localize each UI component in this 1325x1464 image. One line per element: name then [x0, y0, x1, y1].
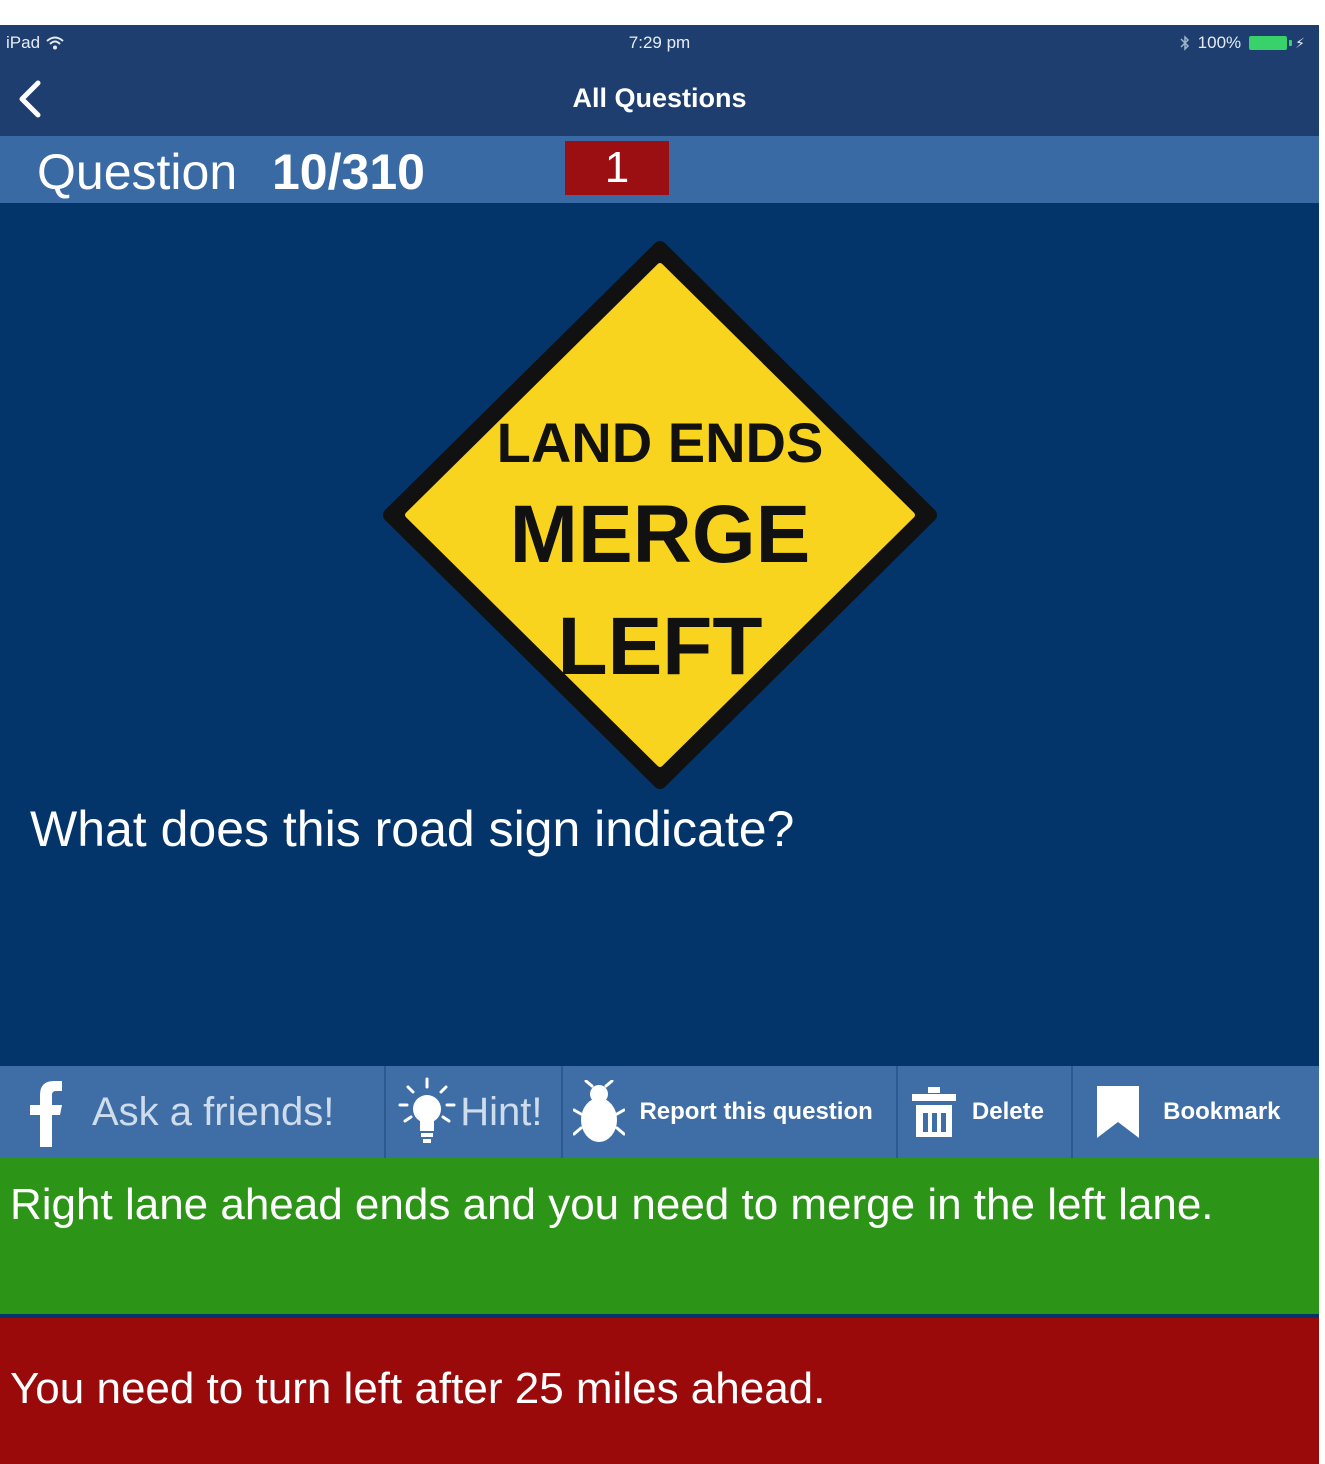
- answer-option-correct[interactable]: Right lane ahead ends and you need to me…: [0, 1158, 1319, 1314]
- road-sign-image: LAND ENDS MERGE LEFT: [380, 240, 940, 790]
- question-text: What does this road sign indicate?: [30, 801, 795, 857]
- bug-icon: [573, 1080, 626, 1142]
- facebook-icon: [30, 1081, 62, 1147]
- trash-icon: [911, 1087, 956, 1137]
- navigation-bar: All Questions: [0, 63, 1319, 136]
- status-time: 7:29 pm: [628, 33, 691, 52]
- status-right: 100% ⚡: [1180, 33, 1305, 53]
- ask-friends-button[interactable]: Ask a friends!: [0, 1066, 387, 1158]
- question-header: Question 10/310 1: [0, 136, 1319, 203]
- bookmark-icon: [1097, 1086, 1140, 1138]
- lightbulb-icon: [398, 1077, 456, 1143]
- report-question-button[interactable]: Report this question: [563, 1066, 898, 1158]
- attempt-badge: 1: [565, 141, 669, 195]
- sign-line-2: MERGE: [509, 489, 811, 580]
- delete-button[interactable]: Delete: [898, 1066, 1074, 1158]
- ask-friends-label: Ask a friends!: [92, 1089, 335, 1134]
- battery-percent: 100%: [1197, 33, 1242, 52]
- bookmark-button[interactable]: Bookmark: [1073, 1066, 1319, 1158]
- charging-icon: ⚡: [1295, 34, 1305, 51]
- question-number: 10/310: [272, 144, 425, 200]
- report-question-label: Report this question: [639, 1098, 873, 1125]
- app-screen: iPad 7:29 pm 100% ⚡ All Questions Questi…: [0, 25, 1319, 1464]
- hint-button[interactable]: Hint!: [386, 1066, 564, 1158]
- bluetooth-icon: [1180, 35, 1189, 51]
- delete-label: Delete: [971, 1098, 1044, 1125]
- bookmark-label: Bookmark: [1163, 1098, 1281, 1125]
- battery-icon: [1249, 36, 1293, 50]
- question-label: Question: [37, 144, 238, 200]
- answer-option-wrong[interactable]: You need to turn left after 25 miles ahe…: [0, 1318, 1319, 1464]
- sign-line-1: LAND ENDS: [496, 411, 824, 474]
- action-toolbar: Ask a friends! Hint! Report this questio…: [0, 1066, 1319, 1158]
- sign-line-3: LEFT: [557, 601, 763, 692]
- nav-title: All Questions: [572, 83, 747, 113]
- hint-label: Hint!: [460, 1089, 543, 1134]
- status-bar: iPad 7:29 pm 100% ⚡: [0, 25, 1319, 63]
